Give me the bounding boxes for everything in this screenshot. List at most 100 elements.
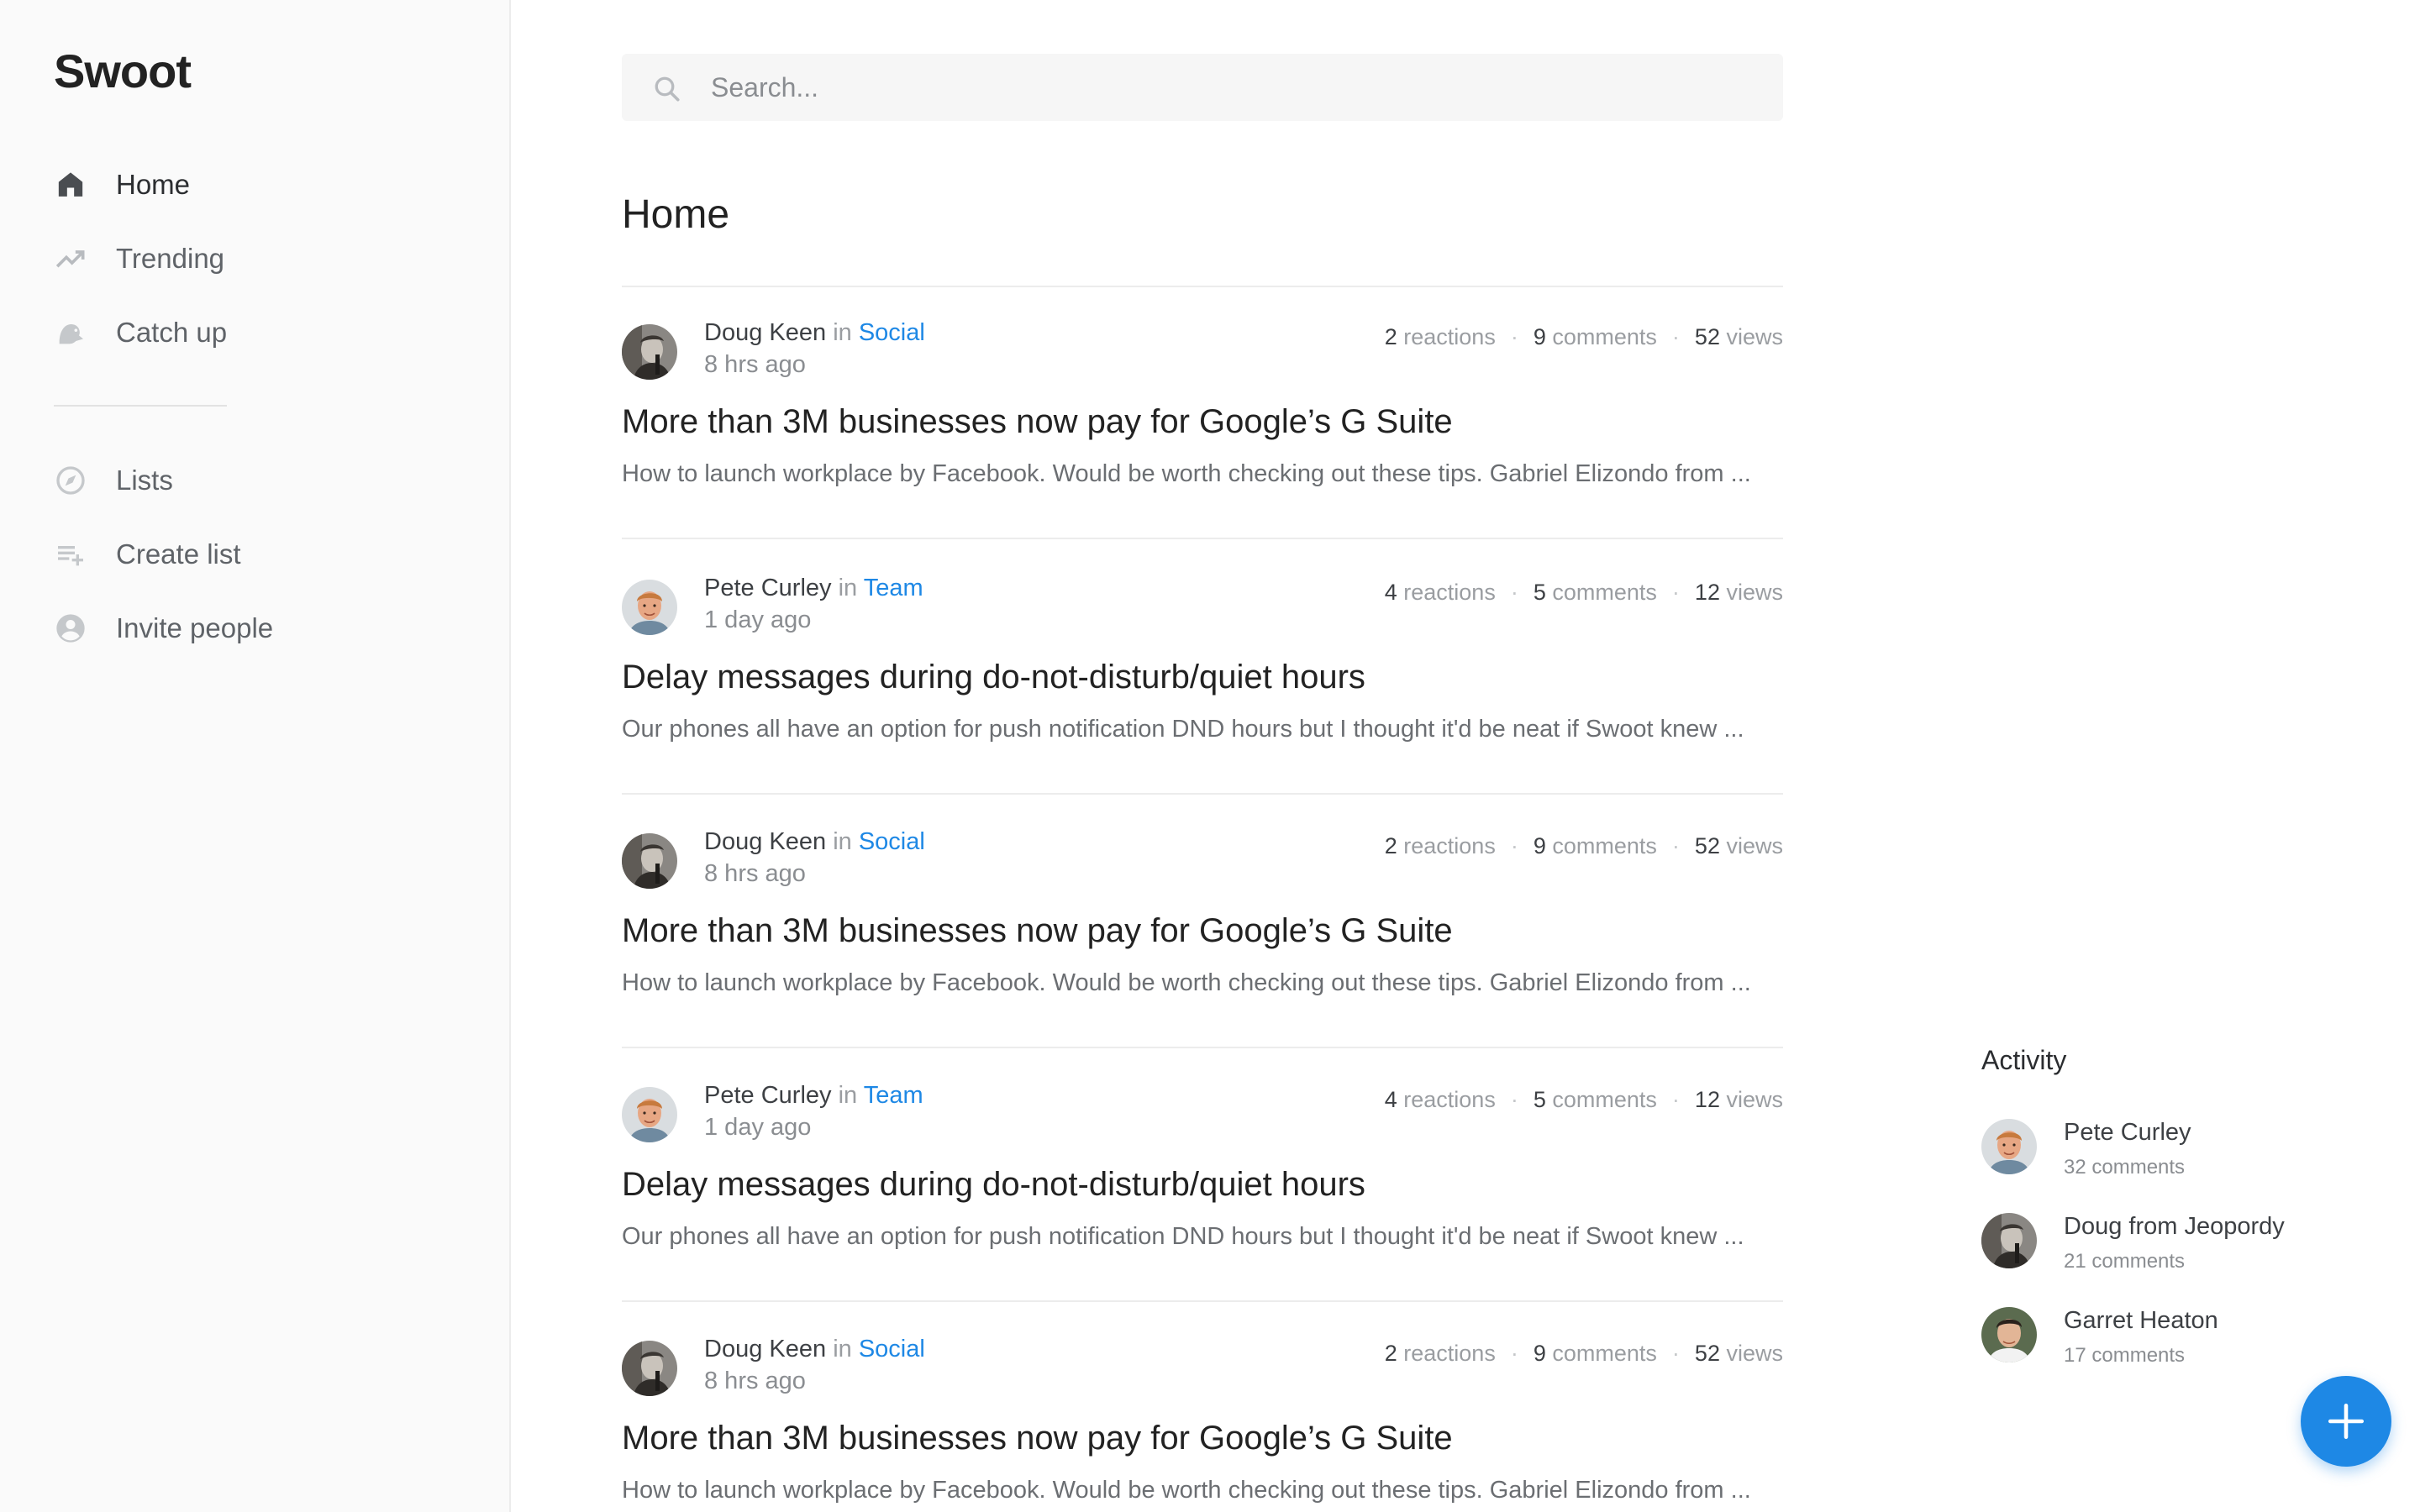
nav-label: Home [116, 169, 191, 200]
app-logo[interactable]: Swoot [54, 44, 192, 98]
author-avatar[interactable] [622, 324, 677, 380]
author-avatar[interactable] [622, 1087, 677, 1142]
post-excerpt: How to launch workplace by Facebook. Wou… [622, 1477, 1751, 1504]
plus-icon [2328, 1403, 2365, 1440]
account-circle-icon [54, 612, 87, 645]
author-avatar[interactable] [622, 833, 677, 889]
post-excerpt: Our phones all have an option for push n… [622, 1223, 1744, 1250]
in-label: in [833, 319, 852, 346]
channel-link[interactable]: Social [859, 319, 925, 346]
views-count: 52 [1694, 324, 1720, 349]
post-title[interactable]: Delay messages during do-not-disturb/qui… [622, 659, 1365, 696]
nav-label: Trending [116, 243, 225, 274]
comments-label: comments [1552, 1341, 1657, 1366]
in-label: in [838, 575, 858, 601]
in-label: in [833, 1336, 852, 1362]
author-name[interactable]: Doug Keen [704, 828, 826, 855]
comment-count: 21 comments [2064, 1250, 2186, 1273]
compass-icon [54, 464, 87, 497]
post-meta: Doug Keen in Social [704, 319, 925, 347]
views-count: 52 [1694, 1341, 1720, 1366]
user-name[interactable]: Garret Heaton [2064, 1307, 2218, 1335]
activity-item[interactable]: Garret Heaton 17 comments [1981, 1307, 2368, 1374]
user-avatar[interactable] [1981, 1119, 2037, 1174]
app: Swoot Home Trending Catch up Lists Creat… [0, 0, 2420, 1512]
post-title[interactable]: Delay messages during do-not-disturb/qui… [622, 1166, 1365, 1204]
post-excerpt: How to launch workplace by Facebook. Wou… [622, 460, 1751, 487]
stats-separator: · [1671, 833, 1680, 858]
nav-item-catch-up[interactable]: Catch up [54, 306, 457, 360]
views-label: views [1726, 324, 1783, 349]
post-card[interactable]: Pete Curley in Team 1 day ago 4 reactions ·… [622, 543, 1783, 795]
compose-button[interactable] [2301, 1376, 2391, 1467]
post-card[interactable]: Pete Curley in Team 1 day ago 4 reactions ·… [622, 1050, 1783, 1302]
stats-separator: · [1510, 324, 1518, 349]
activity-item[interactable]: Doug from Jeopordy 21 comments [1981, 1213, 2368, 1280]
nav-item-trending[interactable]: Trending [54, 232, 457, 286]
nav-item-home[interactable]: Home [54, 158, 457, 212]
activity-item[interactable]: Pete Curley 32 comments [1981, 1119, 2368, 1186]
search-bar[interactable] [622, 54, 1783, 121]
post-title[interactable]: More than 3M businesses now pay for Goog… [622, 403, 1453, 441]
stats-separator: · [1510, 1087, 1518, 1112]
user-avatar[interactable] [1981, 1307, 2037, 1362]
post-title[interactable]: More than 3M businesses now pay for Goog… [622, 1420, 1453, 1457]
post-timestamp: 8 hrs ago [704, 351, 806, 378]
reactions-count: 2 [1384, 324, 1397, 349]
post-meta: Doug Keen in Social [704, 1336, 925, 1363]
nav-item-invite-people[interactable]: Invite people [54, 601, 457, 655]
nav-label: Create list [116, 538, 241, 570]
catch-up-icon [54, 316, 87, 349]
sidebar-divider [54, 405, 227, 407]
views-label: views [1726, 580, 1783, 605]
nav-item-lists[interactable]: Lists [54, 454, 457, 507]
post-excerpt: Our phones all have an option for push n… [622, 716, 1744, 743]
author-avatar[interactable] [622, 580, 677, 635]
views-label: views [1726, 1087, 1783, 1112]
trending-icon [54, 242, 87, 276]
author-name[interactable]: Doug Keen [704, 1336, 826, 1362]
post-stats: 4 reactions · 5 comments · 12 views [1385, 1087, 1783, 1113]
post-meta: Pete Curley in Team [704, 1082, 923, 1110]
post-card[interactable]: Doug Keen in Social 8 hrs ago 2 reactions ·… [622, 287, 1783, 539]
search-input[interactable] [711, 54, 1753, 121]
stats-separator: · [1671, 580, 1680, 605]
stats-separator: · [1671, 1087, 1680, 1112]
user-avatar[interactable] [1981, 1213, 2037, 1268]
channel-link[interactable]: Social [859, 828, 925, 855]
user-name[interactable]: Doug from Jeopordy [2064, 1213, 2285, 1241]
in-label: in [833, 828, 852, 855]
author-name[interactable]: Pete Curley [704, 575, 832, 601]
nav-label: Invite people [116, 612, 274, 643]
nav-item-create-list[interactable]: Create list [54, 528, 457, 581]
channel-link[interactable]: Team [864, 1082, 923, 1109]
nav-label: Lists [116, 465, 173, 496]
post-stats: 2 reactions · 9 comments · 52 views [1385, 324, 1783, 350]
post-timestamp: 8 hrs ago [704, 1368, 806, 1394]
views-count: 12 [1694, 580, 1720, 605]
channel-link[interactable]: Social [859, 1336, 925, 1362]
reactions-label: reactions [1403, 324, 1496, 349]
comments-count: 5 [1533, 1087, 1546, 1112]
views-count: 12 [1694, 1087, 1720, 1112]
user-name[interactable]: Pete Curley [2064, 1119, 2191, 1147]
comments-count: 9 [1533, 324, 1546, 349]
comments-label: comments [1552, 580, 1657, 605]
reactions-count: 2 [1384, 1341, 1397, 1366]
post-title[interactable]: More than 3M businesses now pay for Goog… [622, 912, 1453, 950]
post-divider [622, 1300, 1783, 1302]
reactions-label: reactions [1403, 1341, 1496, 1366]
post-stats: 2 reactions · 9 comments · 52 views [1385, 833, 1783, 859]
post-stats: 4 reactions · 5 comments · 12 views [1385, 580, 1783, 606]
author-name[interactable]: Pete Curley [704, 1082, 832, 1109]
post-card[interactable]: Doug Keen in Social 8 hrs ago 2 reactions ·… [622, 1304, 1783, 1512]
post-card[interactable]: Doug Keen in Social 8 hrs ago 2 reactions ·… [622, 796, 1783, 1048]
views-label: views [1726, 1341, 1783, 1366]
author-name[interactable]: Doug Keen [704, 319, 826, 346]
author-avatar[interactable] [622, 1341, 677, 1396]
post-divider [622, 538, 1783, 539]
search-icon [655, 76, 680, 102]
comments-count: 9 [1533, 1341, 1546, 1366]
comments-count: 9 [1533, 833, 1546, 858]
channel-link[interactable]: Team [864, 575, 923, 601]
